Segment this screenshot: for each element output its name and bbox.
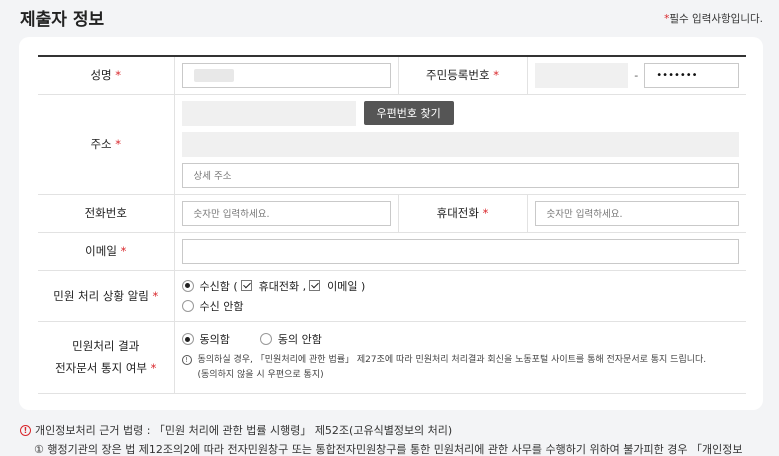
address-input[interactable] <box>181 131 739 157</box>
alert-receive-option[interactable]: 수신함 ( 휴대전화 , 이메일 ) <box>181 278 740 294</box>
name-value-redacted <box>193 68 234 82</box>
required-mark: * <box>493 68 499 83</box>
required-mark: * <box>482 206 489 220</box>
name-input[interactable] <box>181 62 391 88</box>
alert-cell: 수신함 ( 휴대전화 , 이메일 ) 수신 안함 <box>174 270 746 321</box>
email-label: 이메일 <box>85 244 117 258</box>
alert-no-receive-option[interactable]: 수신 안함 <box>181 298 740 314</box>
edoc-label-line1: 민원처리 결과 <box>72 339 140 353</box>
edoc-label-line2: 전자문서 통지 여부 <box>55 361 148 375</box>
edoc-notice-sub: (동의하지 않을 시 우편으로 통지) <box>197 370 324 380</box>
zipcode-search-button[interactable]: 우편번호 찾기 <box>363 101 454 125</box>
phone-cell: 숫자만 입력하세요. <box>174 194 398 232</box>
agree-label: 동의함 <box>199 333 230 346</box>
rrn-back-input[interactable]: ••••••• <box>644 62 739 88</box>
checkbox-email[interactable] <box>309 280 321 291</box>
row-address: 주소 * 우편번호 찾기 상세 주소 <box>38 94 746 194</box>
rrn-front-input[interactable] <box>534 62 629 88</box>
edoc-notice: ! 동의하실 경우, 「민원처리에 관한 법률」 제27조에 따라 민원처리 처리… <box>181 353 740 368</box>
zipcode-input[interactable] <box>181 100 356 126</box>
legal-basis-line: ! 개인정보처리 근거 법령 : 「민원 처리에 관한 법률 시행령」 제52조… <box>20 422 452 438</box>
address-detail-input[interactable]: 상세 주소 <box>181 162 739 188</box>
email-cell <box>174 232 746 270</box>
edoc-notice-text: 동의하실 경우, 「민원처리에 관한 법률」 제27조에 따라 민원처리 처리결… <box>197 355 707 365</box>
required-mark: * <box>115 137 122 151</box>
rrn-separator: - <box>634 68 639 82</box>
receive-label: 수신함 ( <box>199 279 238 293</box>
name-label: 성명 <box>90 68 112 83</box>
alert-label-cell: 민원 처리 상황 알림 * <box>38 270 175 321</box>
row-name: 성명 * 주민등록번호 * - ••••••• <box>38 56 746 94</box>
edoc-cell: 동의함 동의 안함 ! 동의하실 경우, 「민원처리에 관한 법률」 제27조에 … <box>174 321 746 393</box>
mobile-cell: 숫자만 입력하세요. <box>527 194 746 232</box>
mobile-option-label: 휴대전화 , <box>258 279 307 293</box>
address-label: 주소 <box>90 137 112 151</box>
radio-receive[interactable] <box>181 279 194 292</box>
section-title: 제출자 정보 <box>20 10 105 30</box>
mobile-input[interactable]: 숫자만 입력하세요. <box>534 200 739 226</box>
no-receive-label: 수신 안함 <box>199 299 244 313</box>
checkbox-mobile[interactable] <box>240 280 252 291</box>
rrn-label: 주민등록번호 <box>426 68 490 83</box>
info-icon: ! <box>181 354 192 365</box>
required-mark: * <box>120 244 127 258</box>
alert-label: 민원 처리 상황 알림 <box>53 288 149 303</box>
legal-detail-line: ① 행정기관의 장은 법 제12조의2에 따라 전자민원창구 또는 통합전자민원… <box>34 443 743 456</box>
form-card: 성명 * 주민등록번호 * - ••••••• 주소 * 우편번호 찾기 상세 … <box>19 37 763 410</box>
phone-label-cell: 전화번호 <box>38 194 175 232</box>
row-phone: 전화번호 숫자만 입력하세요. 휴대전화 * 숫자만 입력하세요. <box>38 194 746 232</box>
rrn-cell: - ••••••• <box>527 56 746 94</box>
mobile-label: 휴대전화 <box>436 206 479 220</box>
submitter-form: 성명 * 주민등록번호 * - ••••••• 주소 * 우편번호 찾기 상세 … <box>38 55 746 394</box>
warning-icon: ! <box>20 424 31 436</box>
edoc-label-cell: 민원처리 결과 전자문서 통지 여부 * <box>38 321 175 393</box>
name-cell <box>174 56 398 94</box>
email-input[interactable] <box>181 238 739 264</box>
rrn-label-cell: 주민등록번호 * <box>397 56 528 94</box>
required-note-text: 필수 입력사항입니다. <box>669 13 763 25</box>
row-edoc: 민원처리 결과 전자문서 통지 여부 * 동의함 동의 안함 ! 동의하실 경우,… <box>38 321 746 393</box>
phone-input[interactable]: 숫자만 입력하세요. <box>181 200 391 226</box>
phone-label: 전화번호 <box>84 206 127 220</box>
disagree-label: 동의 안함 <box>277 333 322 346</box>
legal-basis-text: 개인정보처리 근거 법령 : 「민원 처리에 관한 법률 시행령」 제52조(고… <box>35 424 453 437</box>
required-mark: * <box>115 68 122 83</box>
required-note: *필수 입력사항입니다. <box>664 11 763 26</box>
address-cell: 우편번호 찾기 상세 주소 <box>174 94 746 194</box>
email-option-label: 이메일 ) <box>327 279 366 293</box>
row-alert: 민원 처리 상황 알림 * 수신함 ( 휴대전화 , 이메일 ) 수신 안함 <box>38 270 746 321</box>
name-label-cell: 성명 * <box>38 56 175 94</box>
required-mark: * <box>150 361 157 375</box>
edoc-options: 동의함 동의 안함 <box>181 331 740 347</box>
row-email: 이메일 * <box>38 232 746 270</box>
address-label-cell: 주소 * <box>38 94 175 194</box>
radio-agree[interactable] <box>181 333 194 345</box>
email-label-cell: 이메일 * <box>38 232 175 270</box>
radio-no-receive[interactable] <box>181 299 194 312</box>
mobile-label-cell: 휴대전화 * <box>397 194 528 232</box>
required-mark: * <box>152 288 159 303</box>
radio-disagree[interactable] <box>259 333 272 345</box>
